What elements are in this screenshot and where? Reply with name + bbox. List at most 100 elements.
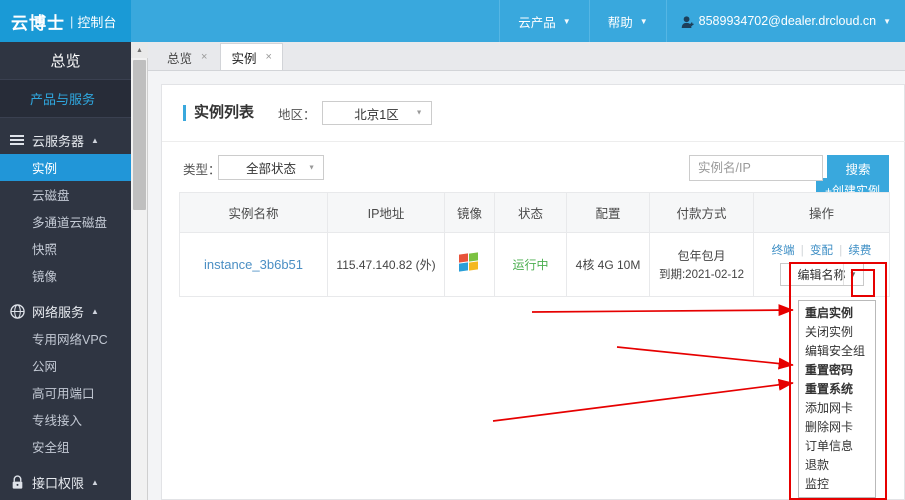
header-user-menu[interactable]: 8589934702@dealer.drcloud.cn ▼ <box>665 0 905 42</box>
scrollbar-thumb[interactable] <box>133 60 146 210</box>
header-menu-help-label: 帮助 <box>607 15 633 30</box>
chevron-down-icon: ▼ <box>308 164 315 171</box>
operation-dropdown-value: 编辑名称 <box>797 267 846 282</box>
payment-expiry: 到期:2021-02-12 <box>658 269 745 281</box>
sidebar-overview-label: 总览 <box>50 53 81 70</box>
sidebar-item-direct-connect-label: 专线接入 <box>32 414 83 428</box>
type-label: 类型： <box>183 163 221 177</box>
header-spacer <box>131 0 499 42</box>
tab-bar: 总览 × 实例 × <box>148 42 905 71</box>
search-input[interactable] <box>689 155 823 181</box>
header-menu-help[interactable]: 帮助 ▼ <box>588 0 666 42</box>
chevron-up-icon: ▲ <box>91 306 99 316</box>
menu-item-order-info[interactable]: 订单信息 <box>799 437 875 456</box>
brand-logo[interactable]: 云博士 | 控制台 <box>0 0 131 42</box>
bars-icon <box>8 133 26 147</box>
sidebar-item-public-network[interactable]: 公网 <box>0 352 131 379</box>
sidebar: 总览 产品与服务 云服务器 ▲ 实例 云磁盘 多通道云磁盘 快照 镜像 网络服务… <box>0 42 131 500</box>
content-area: 总览 × 实例 × 实例列表 地区： 北京1区 ▼ +创建实例 类型： 全部状态… <box>148 42 905 500</box>
col-config: 配置 <box>566 192 650 233</box>
close-icon[interactable]: × <box>201 51 207 63</box>
sidebar-item-multichannel-cloud-disk[interactable]: 多通道云磁盘 <box>0 208 131 235</box>
cell-ip-address: 115.47.140.82 (外) <box>327 232 445 297</box>
tab-overview-label: 总览 <box>167 51 193 66</box>
sidebar-group-cloud-server-label: 云服务器 <box>32 133 85 149</box>
sidebar-item-image-label: 镜像 <box>32 270 58 284</box>
cell-status: 运行中 <box>494 232 567 297</box>
instance-list-panel: 实例列表 地区： 北京1区 ▼ +创建实例 类型： 全部状态 ▼ 搜索 <box>161 84 905 500</box>
chevron-up-icon: ▲ <box>91 135 99 145</box>
tab-overview[interactable]: 总览 × <box>156 43 218 70</box>
cell-image <box>444 232 495 297</box>
sidebar-group-network-service[interactable]: 网络服务 ▲ <box>0 297 131 325</box>
sidebar-item-cloud-disk[interactable]: 云磁盘 <box>0 181 131 208</box>
table-header-row: 实例名称 IP地址 镜像 状态 配置 付款方式 操作 <box>179 192 890 233</box>
menu-item-reset-system[interactable]: 重置系统 <box>799 380 875 399</box>
filter-bar: 类型： 全部状态 ▼ 搜索 <box>162 142 905 192</box>
sidebar-group-cloud-server[interactable]: 云服务器 ▲ <box>0 126 131 154</box>
sidebar-item-snapshot[interactable]: 快照 <box>0 235 131 262</box>
operation-dropdown-menu: 重启实例 关闭实例 编辑安全组 重置密码 重置系统 添加网卡 删除网卡 订单信息… <box>798 300 876 498</box>
status-badge: 运行中 <box>512 258 549 272</box>
cell-operations: 终端 | 变配 | 续费 编辑名称 ▼ <box>753 232 890 297</box>
windows-logo-icon <box>458 252 481 273</box>
sidebar-item-image[interactable]: 镜像 <box>0 262 131 289</box>
sidebar-item-instance[interactable]: 实例 <box>0 154 131 181</box>
menu-item-monitor[interactable]: 监控 <box>799 475 875 494</box>
user-icon <box>681 15 694 29</box>
sidebar-group-network-service-label: 网络服务 <box>32 304 85 320</box>
chevron-down-icon: ▼ <box>562 16 571 26</box>
sidebar-item-direct-connect[interactable]: 专线接入 <box>0 406 131 433</box>
table-row: instance_3b6b51 115.47.140.82 (外) 运行中 4核… <box>179 232 890 297</box>
instance-name-link[interactable]: instance_3b6b51 <box>204 257 303 272</box>
col-status: 状态 <box>494 192 567 233</box>
sidebar-group-api-permission[interactable]: 接口权限 ▲ <box>0 468 131 496</box>
brand-name: 云博士 <box>11 13 65 33</box>
cell-config: 4核 4G 10M <box>566 232 650 297</box>
header-menu-cloud-products[interactable]: 云产品 ▼ <box>499 0 588 42</box>
scroll-up-arrow-icon[interactable]: ▲ <box>131 42 148 58</box>
header-user-email: 8589934702@dealer.drcloud.cn <box>698 14 877 28</box>
sidebar-item-ha-port[interactable]: 高可用端口 <box>0 379 131 406</box>
tab-instance[interactable]: 实例 × <box>220 43 283 70</box>
operation-links: 终端 | 变配 | 续费 <box>754 244 889 258</box>
tab-instance-label: 实例 <box>231 51 257 66</box>
sidebar-item-overview[interactable]: 总览 <box>0 42 131 80</box>
page-scrollbar[interactable]: ▲ <box>131 42 148 500</box>
menu-item-delete-network-card[interactable]: 删除网卡 <box>799 418 875 437</box>
top-header: 云博士 | 控制台 云产品 ▼ 帮助 ▼ 8589934702@dealer.d… <box>0 0 905 42</box>
col-payment: 付款方式 <box>649 192 754 233</box>
menu-item-add-network-card[interactable]: 添加网卡 <box>799 399 875 418</box>
globe-icon <box>8 303 26 319</box>
sidebar-item-snapshot-label: 快照 <box>32 243 58 257</box>
op-link-renew[interactable]: 续费 <box>848 245 871 257</box>
payment-type: 包年包月 <box>677 249 726 263</box>
op-link-separator: | <box>839 244 843 257</box>
op-link-terminal[interactable]: 终端 <box>772 245 795 257</box>
chevron-down-icon[interactable]: ▼ <box>842 263 863 285</box>
sidebar-item-instance-label: 实例 <box>32 162 58 176</box>
col-image: 镜像 <box>444 192 495 233</box>
brand-separator: | <box>70 13 74 29</box>
console-page: 云博士 | 控制台 云产品 ▼ 帮助 ▼ 8589934702@dealer.d… <box>0 0 905 500</box>
search-button[interactable]: 搜索 <box>827 155 889 181</box>
region-select[interactable]: 北京1区 ▼ <box>321 101 432 125</box>
sidebar-item-vpc[interactable]: 专用网络VPC <box>0 325 131 352</box>
op-link-change-config[interactable]: 变配 <box>810 245 833 257</box>
instance-table: 实例名称 IP地址 镜像 状态 配置 付款方式 操作 instance_3b6b… <box>179 192 890 297</box>
sidebar-item-multichannel-cloud-disk-label: 多通道云磁盘 <box>32 216 108 230</box>
sidebar-item-products-services[interactable]: 产品与服务 <box>0 80 131 118</box>
menu-item-shutdown-instance[interactable]: 关闭实例 <box>799 323 875 342</box>
close-icon[interactable]: × <box>265 51 271 63</box>
menu-item-refund[interactable]: 退款 <box>799 456 875 475</box>
sidebar-item-security-group[interactable]: 安全组 <box>0 433 131 460</box>
col-ip-address: IP地址 <box>327 192 445 233</box>
operation-dropdown-button[interactable]: 编辑名称 ▼ <box>779 262 864 286</box>
page-title: 实例列表 <box>183 105 254 121</box>
sidebar-item-apikey[interactable]: APIKEY <box>0 496 131 500</box>
lock-icon <box>8 474 26 490</box>
menu-item-edit-security-group[interactable]: 编辑安全组 <box>799 342 875 361</box>
status-filter-select[interactable]: 全部状态 ▼ <box>218 155 324 180</box>
menu-item-restart-instance[interactable]: 重启实例 <box>799 304 875 323</box>
menu-item-reset-password[interactable]: 重置密码 <box>799 361 875 380</box>
